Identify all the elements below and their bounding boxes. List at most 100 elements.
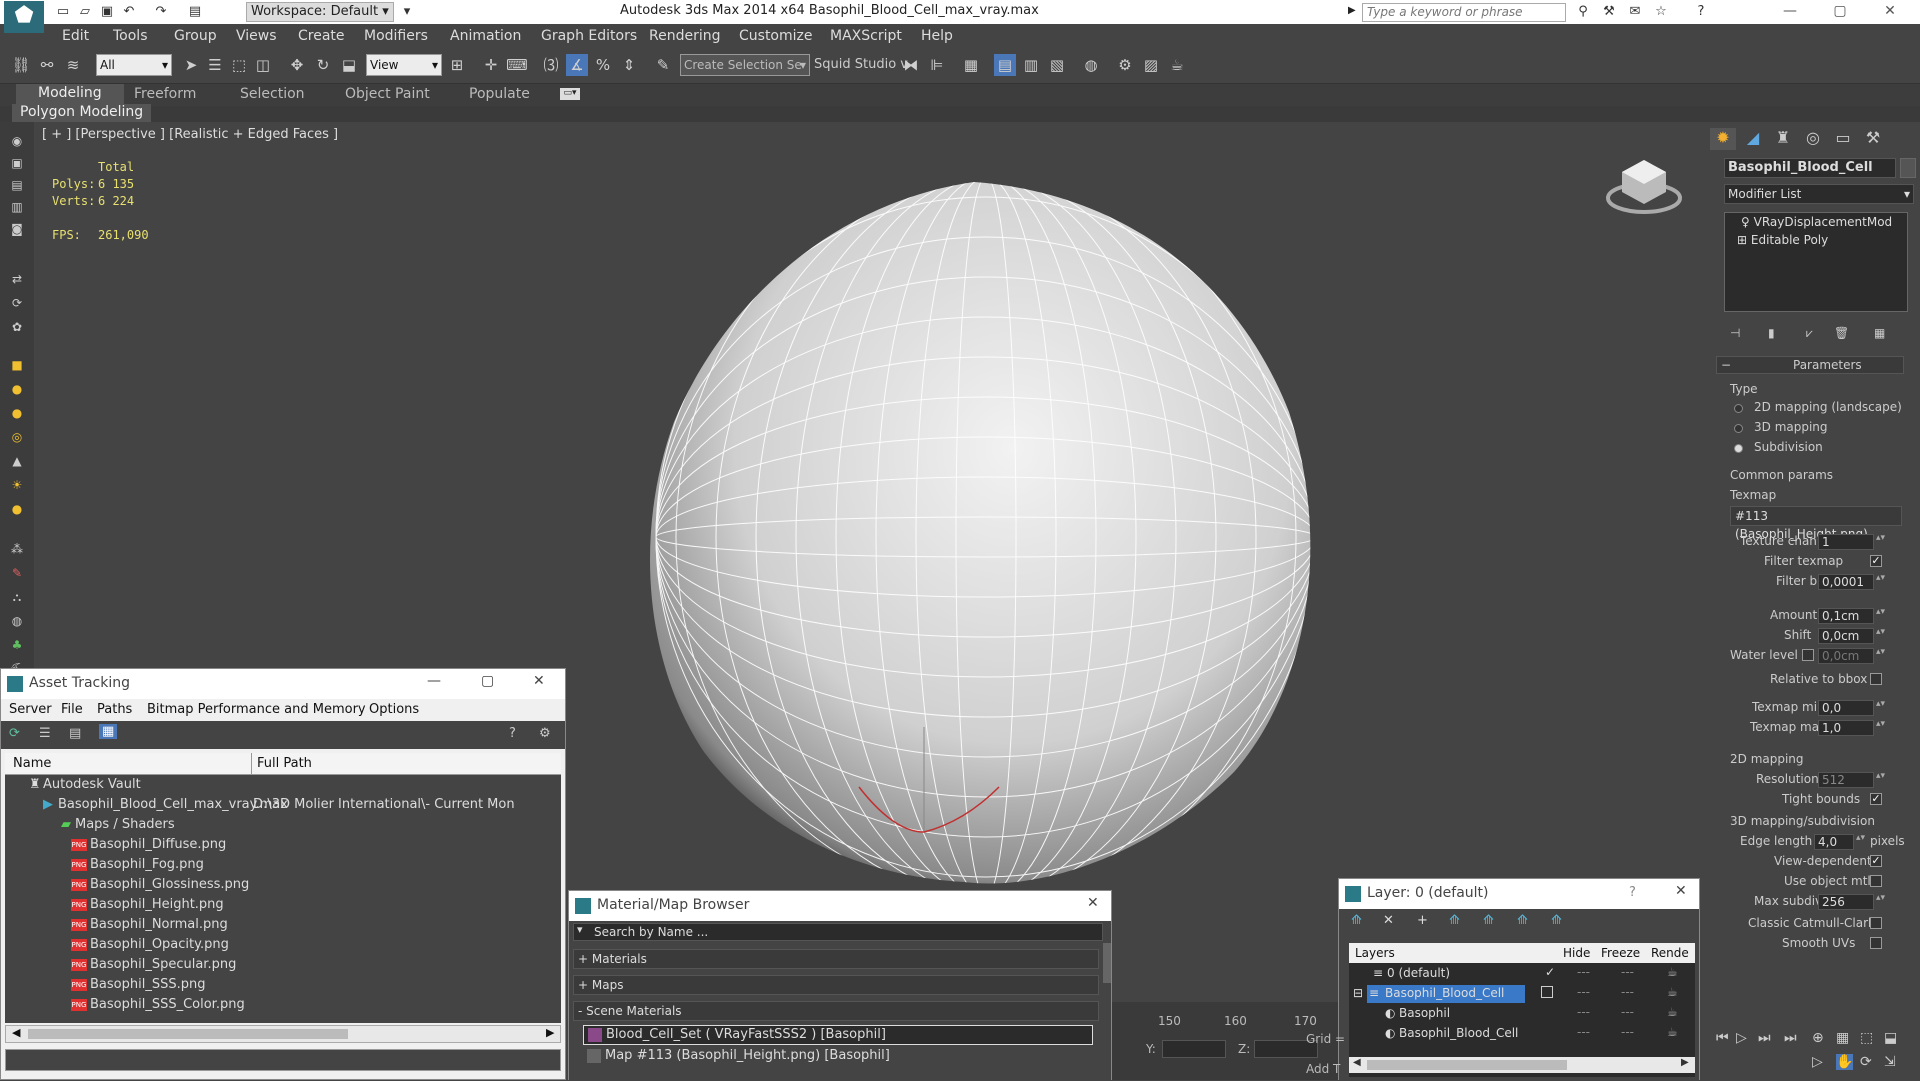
particles-icon[interactable]: ⁂: [8, 542, 26, 558]
table-row[interactable]: PNG Basophil_SSS.png: [5, 977, 561, 997]
reference-coord-dropdown[interactable]: View ▾: [366, 54, 442, 76]
spinner-snap-icon[interactable]: ⇕: [618, 54, 640, 76]
mat-browser-scrollbar[interactable]: [1103, 943, 1111, 983]
relative-bbox-checkbox[interactable]: [1870, 673, 1882, 685]
asset-menu-file[interactable]: File: [61, 702, 83, 717]
motion-tool-icon[interactable]: ⟳: [8, 296, 26, 312]
tab-modeling[interactable]: Modeling: [16, 84, 124, 106]
hierarchy-tool-icon[interactable]: ⇄: [8, 272, 26, 288]
layer-expand-icon[interactable]: ⊟: [1353, 986, 1363, 1000]
table-row[interactable]: PNG Basophil_Height.png: [5, 897, 561, 917]
rendered-frame-icon[interactable]: ▨: [1140, 54, 1162, 76]
keyword-search-input[interactable]: Type a keyword or phrase: [1362, 3, 1566, 22]
filter-texmap-checkbox[interactable]: ✓: [1870, 555, 1882, 567]
close-button[interactable]: ✕: [1870, 0, 1910, 24]
freeze-toggle[interactable]: ---: [1621, 1025, 1634, 1039]
remove-modifier-icon[interactable]: 🗑: [1834, 326, 1849, 340]
minimize-button[interactable]: —: [1770, 0, 1810, 24]
render-production-icon[interactable]: ☕: [1166, 54, 1188, 76]
new-file-icon[interactable]: ▭: [54, 3, 72, 21]
amount-input[interactable]: 0,1cm: [1818, 608, 1874, 624]
modify-tab-icon[interactable]: ◢: [1740, 128, 1766, 150]
group-scene-materials[interactable]: - Scene Materials: [573, 1001, 1099, 1021]
make-unique-icon[interactable]: ⩗: [1806, 326, 1813, 341]
table-row[interactable]: PNG Basophil_SSS_Color.png: [5, 997, 561, 1017]
use-object-mtl-checkbox[interactable]: [1870, 875, 1882, 887]
layer-titlebar[interactable]: Layer: 0 (default) ? ✕: [1339, 879, 1699, 909]
zoom-icon[interactable]: ⊕: [1812, 1030, 1824, 1046]
pivot-center-icon[interactable]: ⊞: [446, 54, 468, 76]
freeze-toggle[interactable]: ---: [1621, 1005, 1634, 1019]
tab-freeform[interactable]: Freeform: [134, 86, 196, 102]
viewport-label[interactable]: [ + ] [Perspective ] [Realistic + Edged …: [42, 127, 338, 142]
layer-row[interactable]: ≡ 0 (default) ✓ --- --- ☕: [1349, 965, 1695, 983]
ribbon-options-icon[interactable]: ▭▾: [560, 88, 580, 100]
maximize-viewport-icon[interactable]: ⬓: [1884, 1030, 1897, 1046]
create-tab-icon[interactable]: ✹: [1710, 128, 1736, 150]
link-icon[interactable]: ⛓: [10, 54, 32, 76]
angle-snap-icon[interactable]: ∡: [566, 54, 588, 76]
scene-explorer-icon[interactable]: ▤: [994, 54, 1016, 76]
refresh-icon[interactable]: ⟳: [9, 726, 20, 741]
orbit-icon[interactable]: ⟳: [1860, 1054, 1872, 1070]
keyboard-shortcut-icon[interactable]: ⌨: [506, 54, 528, 76]
helper-tool-icon[interactable]: ✿: [8, 320, 26, 336]
max-subdivs-spinner[interactable]: ▴▾: [1876, 893, 1885, 903]
layer-help-button[interactable]: ?: [1629, 885, 1636, 900]
layer-row[interactable]: ◐ Basophil --- --- ☕: [1349, 1005, 1695, 1023]
select-tool-icon[interactable]: ▣: [8, 156, 26, 172]
mirror-icon[interactable]: ⧓: [900, 54, 922, 76]
camera-tool-icon[interactable]: ◙: [8, 222, 26, 238]
menu-rendering[interactable]: Rendering: [649, 28, 721, 44]
texmap-min-input[interactable]: 0,0: [1818, 700, 1874, 716]
catmull-clark-checkbox[interactable]: [1870, 917, 1882, 929]
stack-item-vray-displacement[interactable]: ♀ VRayDisplacementMod: [1741, 215, 1892, 229]
menu-tools[interactable]: Tools: [113, 28, 148, 44]
asset-horizontal-scrollbar[interactable]: ◀ ▶: [5, 1025, 561, 1043]
render-setup-icon[interactable]: ⚙: [1114, 54, 1136, 76]
current-layer-check-icon[interactable]: ✓: [1545, 965, 1555, 979]
object-color-swatch[interactable]: [1900, 158, 1916, 178]
texmap-min-spinner[interactable]: ▴▾: [1876, 699, 1885, 709]
mat-browser-close-button[interactable]: ✕: [1087, 895, 1099, 911]
hide-toggle[interactable]: ---: [1577, 965, 1590, 979]
globe-icon[interactable]: ◍: [8, 614, 26, 630]
list-view-icon[interactable]: ☰: [39, 726, 51, 741]
torus-icon[interactable]: ◎: [8, 430, 26, 446]
texmap-max-spinner[interactable]: ▴▾: [1876, 719, 1885, 729]
freeze-toggle[interactable]: ---: [1621, 985, 1634, 999]
asset-menu-server[interactable]: Server: [9, 702, 52, 717]
table-row[interactable]: ♜ Autodesk Vault: [5, 777, 561, 797]
menu-maxscript[interactable]: MAXScript: [830, 28, 902, 44]
asset-settings-icon[interactable]: ⚙: [539, 726, 551, 741]
radio-subdivision[interactable]: [1734, 444, 1743, 453]
curve-editor-icon[interactable]: ▥: [1020, 54, 1042, 76]
menu-modifiers[interactable]: Modifiers: [364, 28, 428, 44]
material-editor-icon[interactable]: ◍: [1080, 54, 1102, 76]
add-time-tag-label[interactable]: Add T: [1306, 1062, 1340, 1076]
table-row[interactable]: PNG Basophil_Specular.png: [5, 957, 561, 977]
render-toggle-icon[interactable]: ☕: [1667, 1025, 1678, 1039]
leaf-icon[interactable]: ♣: [8, 638, 26, 654]
group-maps[interactable]: + Maps: [573, 975, 1099, 995]
layer-horizontal-scrollbar[interactable]: ◀ ▶: [1349, 1057, 1695, 1073]
polygon-modeling-panel[interactable]: Polygon Modeling: [12, 104, 152, 122]
tab-populate[interactable]: Populate: [469, 86, 530, 102]
tab-selection[interactable]: Selection: [240, 86, 305, 102]
binoculars-icon[interactable]: ⚲: [1574, 3, 1592, 21]
water-level-input[interactable]: 0,0cm: [1818, 648, 1874, 664]
hide-all-icon[interactable]: ⟰: [1517, 913, 1528, 928]
display-tab-icon[interactable]: ▭: [1830, 128, 1856, 150]
walk-icon[interactable]: ⛬: [8, 590, 26, 606]
add-to-layer-icon[interactable]: +: [1417, 913, 1428, 928]
layer-row[interactable]: ⊟ Basophil_Blood_Cell ≡ --- --- ☕: [1349, 985, 1695, 1003]
edge-length-input[interactable]: 4,0: [1814, 834, 1854, 850]
render-toggle-icon[interactable]: ☕: [1667, 1005, 1678, 1019]
redo-icon[interactable]: ↷: [152, 3, 170, 21]
layer-manager-icon[interactable]: ▦: [960, 54, 982, 76]
pin-stack-icon[interactable]: ⊣: [1730, 326, 1740, 340]
hide-toggle[interactable]: ---: [1577, 1005, 1590, 1019]
menu-views[interactable]: Views: [236, 28, 277, 44]
pan-hand-icon[interactable]: ✋: [1836, 1054, 1854, 1070]
layer-close-button[interactable]: ✕: [1675, 883, 1687, 899]
